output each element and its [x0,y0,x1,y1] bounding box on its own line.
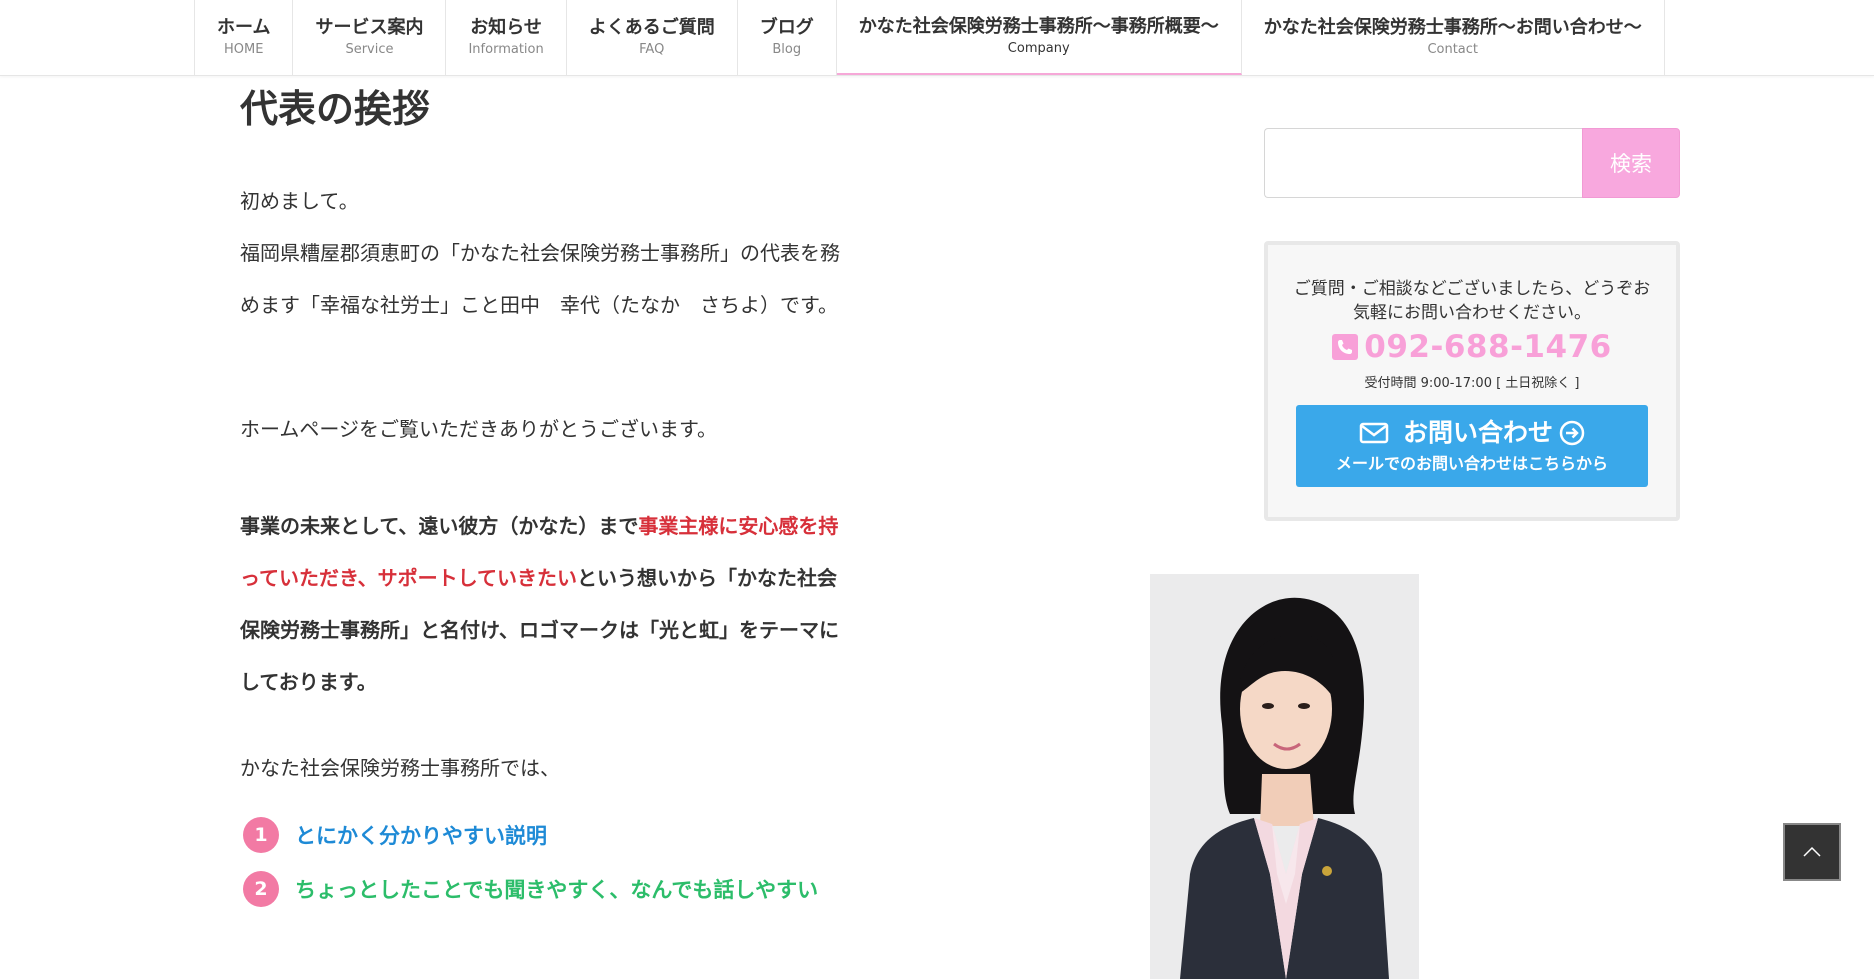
nav-sublabel: HOME [224,41,264,57]
number-badge: 1 [243,817,279,853]
nav-item-home[interactable]: ホーム HOME [195,0,294,75]
business-hours: 受付時間 9:00-17:00 [ 土日祝除く ] [1364,376,1580,391]
number-badge: 2 [243,871,279,907]
nav-label: サービス案内 [315,16,424,38]
thanks-paragraph: ホームページをご覧いただきありがとうございます。 [240,417,717,441]
portrait-illustration [1150,574,1419,979]
contact-button-main: お問い合わせ [1296,417,1648,449]
search-input[interactable] [1264,128,1582,198]
greeting-paragraph: 初めまして。 福岡県糟屋郡須恵町の「かなた社会保険労務士事務所」の代表を務めます… [240,189,840,317]
nav-item-faq[interactable]: よくあるご質問 FAQ [567,0,738,75]
list-item-text: ちょっとしたことでも聞きやすく、なんでも話しやすい [295,878,819,902]
intro-paragraph: かなた社会保険労務士事務所では、 [240,756,560,780]
arrow-circle-right-icon [1559,420,1585,446]
chevron-up-icon [1803,846,1821,857]
nav-sublabel: FAQ [639,41,665,57]
nav-sublabel: Company [1007,40,1070,56]
list-item: 2 ちょっとしたことでも聞きやすく、なんでも話しやすい [243,871,818,907]
page-title: 代表の挨拶 [240,87,431,131]
nav-label: お知らせ [470,16,542,38]
mission-paragraph: 事業の未来として、遠い彼方（かなた）まで事業主様に安心感を持っていただき、サポー… [240,500,850,708]
nav-item-service[interactable]: サービス案内 Service [293,0,447,75]
nav-label: ホーム [217,16,271,38]
contact-button-label: お問い合わせ [1402,418,1553,447]
mission-text: 事業の未来として、遠い彼方（かなた）まで [240,514,639,538]
nav-sublabel: Information [468,41,544,57]
nav-sublabel: Blog [772,41,802,57]
back-to-top-button[interactable] [1783,823,1841,881]
list-item-text: とにかく分かりやすい説明 [295,824,547,848]
nav-label: かなた社会保険労務士事務所～お問い合わせ～ [1263,16,1642,38]
global-nav: ホーム HOME サービス案内 Service お知らせ Information… [0,0,1874,76]
nav-sublabel: Contact [1427,41,1479,57]
contact-message: ご質問・ご相談などございましたら、どうぞお気軽にお問い合わせください。 [1293,279,1651,323]
list-item: 1 とにかく分かりやすい説明 [243,817,547,853]
nav-item-company[interactable]: かなた社会保険労務士事務所～事務所概要～ Company [836,0,1242,75]
nav-label: よくあるご質問 [588,16,715,38]
search-form: 検索 [1264,128,1680,198]
nav-label: ブログ [759,16,814,38]
contact-button[interactable]: お問い合わせ メールでのお問い合わせはこちらから [1296,405,1648,487]
contact-button-sublabel: メールでのお問い合わせはこちらから [1335,454,1608,473]
phone-icon [1332,334,1359,360]
mail-icon [1359,422,1389,444]
search-button[interactable]: 検索 [1582,128,1680,198]
nav-sublabel: Service [345,41,394,57]
nav-item-information[interactable]: お知らせ Information [446,0,567,75]
representative-photo [1150,574,1419,979]
nav-menu: ホーム HOME サービス案内 Service お知らせ Information… [194,0,1665,75]
phone-number: 092-688-1476 [1364,329,1612,365]
phone-link[interactable]: 092-688-1476 [1268,329,1676,365]
nav-item-blog[interactable]: ブログ Blog [738,0,837,75]
contact-widget: ご質問・ご相談などございましたら、どうぞお気軽にお問い合わせください。 092-… [1264,241,1680,521]
nav-label: かなた社会保険労務士事務所～事務所概要～ [858,15,1219,37]
nav-item-contact[interactable]: かなた社会保険労務士事務所～お問い合わせ～ Contact [1242,0,1665,75]
